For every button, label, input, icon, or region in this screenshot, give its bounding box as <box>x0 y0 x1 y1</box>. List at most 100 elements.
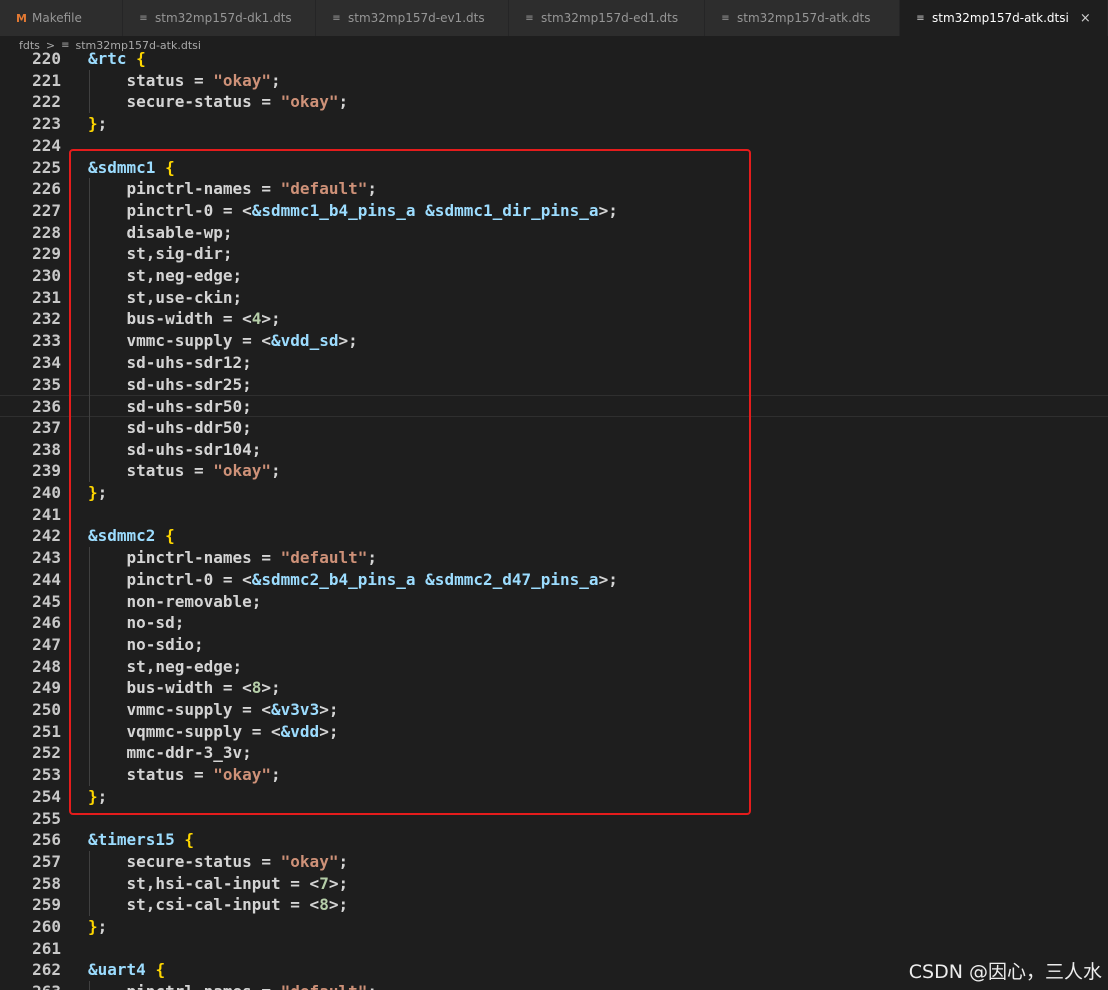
code-line[interactable]: 229 st,sig-dir; <box>0 243 1108 265</box>
line-number: 248 <box>32 656 61 676</box>
tab-stm32mp157d-dk1-dts[interactable]: ≡ stm32mp157d-dk1.dts <box>123 0 316 36</box>
code-text: no-sdio; <box>88 634 204 656</box>
line-number: 234 <box>32 352 61 372</box>
code-token-plain: no-sdio; <box>88 634 204 654</box>
code-line[interactable]: 233 vmmc-supply = <&vdd_sd>; <box>0 330 1108 352</box>
code-line[interactable]: 223}; <box>0 113 1108 135</box>
code-token-plain: vmmc-supply = < <box>88 331 272 351</box>
line-number: 239 <box>32 461 61 481</box>
code-line[interactable]: 242 &sdmmc2 { <box>0 525 1108 547</box>
line-number: 253 <box>32 765 61 785</box>
code-text: secure-status = "okay"; <box>88 851 349 873</box>
code-line[interactable]: 245 non-removable; <box>0 591 1108 613</box>
code-line[interactable]: 238 sd-uhs-sdr104; <box>0 439 1108 461</box>
code-line[interactable]: 225 &sdmmc1 { <box>0 157 1108 179</box>
code-text: status = "okay"; <box>88 70 281 92</box>
line-number: 221 <box>32 70 61 90</box>
code-line[interactable]: 230 st,neg-edge; <box>0 265 1108 287</box>
tab-stm32mp157d-atk-dts[interactable]: ≡ stm32mp157d-atk.dts <box>705 0 900 36</box>
tab-stm32mp157d-ev1-dts[interactable]: ≡ stm32mp157d-ev1.dts <box>316 0 509 36</box>
code-token-node: &sdmmc2_b4_pins_a <box>251 569 416 589</box>
code-token-plain: ; <box>338 851 349 871</box>
code-line[interactable]: 253 status = "okay"; <box>0 764 1108 786</box>
code-line[interactable]: 256 &timers15 { <box>0 829 1108 851</box>
code-line[interactable]: 260}; <box>0 916 1108 938</box>
code-text: &uart4 { <box>88 959 165 981</box>
code-text: &timers15 { <box>88 829 194 851</box>
indent-guide <box>89 178 90 482</box>
code-line[interactable]: 244 pinctrl-0 = <&sdmmc2_b4_pins_a &sdmm… <box>0 569 1108 591</box>
code-text: pinctrl-0 = <&sdmmc2_b4_pins_a &sdmmc2_d… <box>88 569 618 591</box>
code-line[interactable]: 234 sd-uhs-sdr12; <box>0 352 1108 374</box>
line-number: 229 <box>32 244 61 264</box>
tab-stm32mp157d-ed1-dts[interactable]: ≡ stm32mp157d-ed1.dts <box>509 0 705 36</box>
line-number: 222 <box>32 92 61 112</box>
line-number: 233 <box>32 331 61 351</box>
code-line[interactable]: 240}; <box>0 482 1108 504</box>
code-line[interactable]: 241 <box>0 504 1108 526</box>
file-lines-icon: ≡ <box>61 39 70 51</box>
code-token-plain: secure-status = <box>88 851 281 871</box>
code-token-string: "okay" <box>213 70 272 90</box>
code-line[interactable]: 258 st,hsi-cal-input = <7>; <box>0 873 1108 895</box>
code-line[interactable]: 255 <box>0 808 1108 830</box>
line-number: 226 <box>32 179 61 199</box>
code-token-string: "okay" <box>280 92 339 112</box>
code-token-node: &sdmmc2 <box>88 526 156 546</box>
code-line[interactable]: 248 st,neg-edge; <box>0 656 1108 678</box>
file-lines-icon: ≡ <box>916 12 925 24</box>
line-number: 255 <box>32 808 61 828</box>
tab-stm32mp157d-atk-dtsi[interactable]: ≡ stm32mp157d-atk.dtsi × <box>900 0 1108 36</box>
code-token-plain: vmmc-supply = < <box>88 700 272 719</box>
code-editor[interactable]: 220 &rtc {221 status = "okay"; 222 secure-… <box>0 50 1108 990</box>
tab-makefile[interactable]: M Makefile <box>0 0 123 36</box>
code-line[interactable]: 222 secure-status = "okay"; <box>0 91 1108 113</box>
code-line[interactable]: 243 pinctrl-names = "default"; <box>0 547 1108 569</box>
code-line[interactable]: 237 sd-uhs-ddr50; <box>0 417 1108 439</box>
code-line[interactable]: 228 disable-wp; <box>0 222 1108 244</box>
code-line[interactable]: 220 &rtc { <box>0 50 1108 70</box>
code-line[interactable]: 246 no-sd; <box>0 612 1108 634</box>
code-text: pinctrl-names = "default"; <box>88 981 377 990</box>
code-token-number: 8 <box>319 895 329 915</box>
code-token-plain: st,neg-edge; <box>88 656 243 676</box>
code-line[interactable]: 249 bus-width = <8>; <box>0 677 1108 699</box>
code-token-plain: st,sig-dir; <box>88 244 233 264</box>
code-line[interactable]: 251 vqmmc-supply = <&vdd>; <box>0 721 1108 743</box>
code-text: vmmc-supply = <&vdd_sd>; <box>88 330 358 352</box>
code-text: }; <box>88 916 107 938</box>
code-line[interactable]: 235 sd-uhs-sdr25; <box>0 374 1108 396</box>
code-token-brace: } <box>88 114 98 134</box>
code-line[interactable]: 252 mmc-ddr-3_3v; <box>0 742 1108 764</box>
code-token-plain: st,use-ckin; <box>88 287 243 307</box>
code-line[interactable]: 259 st,csi-cal-input = <8>; <box>0 894 1108 916</box>
tab-label: Makefile <box>32 11 82 25</box>
line-number: 245 <box>32 591 61 611</box>
code-token-string: "okay" <box>213 461 272 481</box>
code-line[interactable]: 239 status = "okay"; <box>0 460 1108 482</box>
code-token-number: 8 <box>251 678 262 698</box>
code-line[interactable]: 250 vmmc-supply = <&v3v3>; <box>0 699 1108 721</box>
line-number: 225 <box>32 157 61 177</box>
code-line[interactable]: 236 sd-uhs-sdr50; <box>0 395 1108 417</box>
code-text: bus-width = <8>; <box>88 677 281 699</box>
close-icon[interactable]: × <box>1080 11 1091 26</box>
code-line[interactable]: 247 no-sdio; <box>0 634 1108 656</box>
code-line[interactable]: 254}; <box>0 786 1108 808</box>
code-line[interactable]: 257 secure-status = "okay"; <box>0 851 1108 873</box>
code-text: secure-status = "okay"; <box>88 91 349 113</box>
code-line[interactable]: 227 pinctrl-0 = <&sdmmc1_b4_pins_a &sdmm… <box>0 200 1108 222</box>
code-line[interactable]: 226 pinctrl-names = "default"; <box>0 178 1108 200</box>
code-line[interactable]: 232 bus-width = <4>; <box>0 308 1108 330</box>
code-token-plain: vqmmc-supply = < <box>88 721 281 741</box>
code-line[interactable]: 221 status = "okay"; <box>0 70 1108 92</box>
code-token-brace: { <box>155 960 166 980</box>
code-token-plain: >; <box>319 700 339 719</box>
code-token-string: "default" <box>281 982 368 990</box>
code-token-string: "default" <box>280 179 368 199</box>
code-line[interactable]: 224 <box>0 135 1108 157</box>
code-line[interactable]: 231 st,use-ckin; <box>0 287 1108 309</box>
